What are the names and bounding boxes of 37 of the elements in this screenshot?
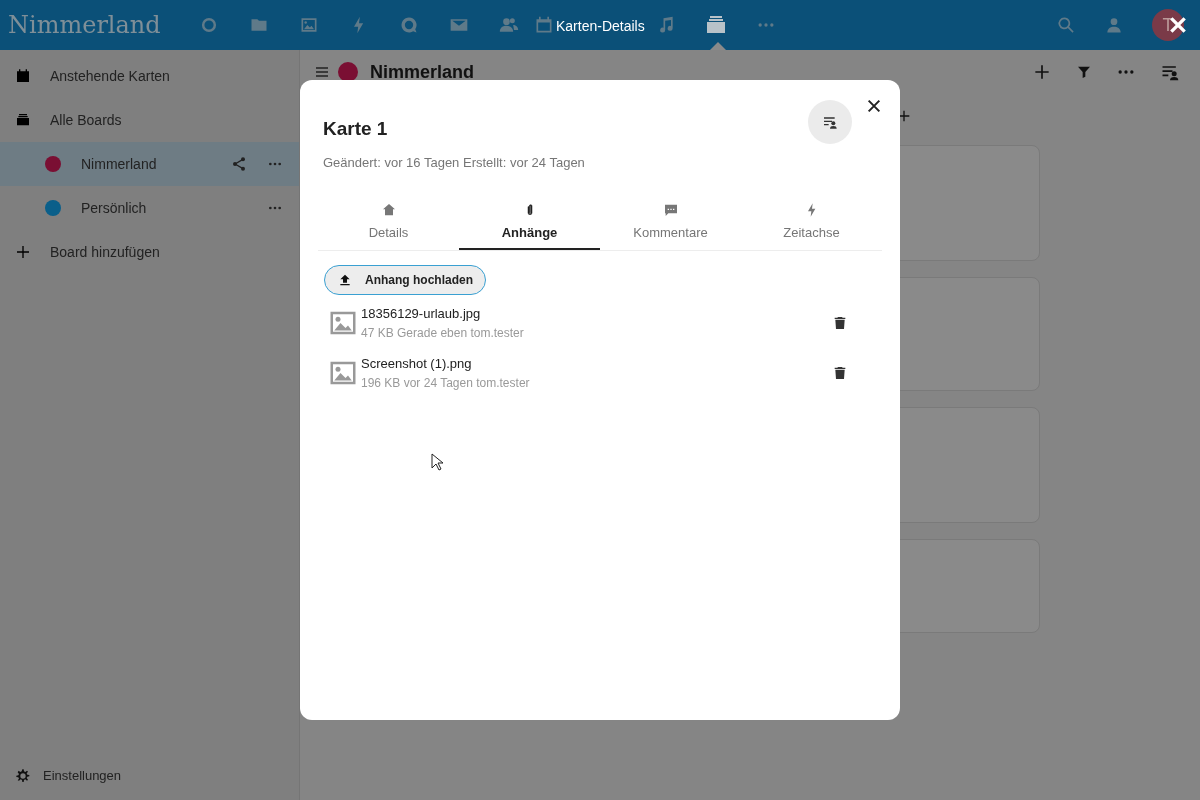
calendar-icon bbox=[15, 68, 31, 84]
delete-icon[interactable] bbox=[832, 365, 848, 381]
card-meta: Geändert: vor 16 Tagen Erstellt: vor 24 Tagen bbox=[323, 153, 585, 172]
assign-button[interactable] bbox=[808, 100, 852, 144]
tab[interactable]: Kommentare bbox=[600, 198, 741, 250]
assign-user-icon[interactable] bbox=[822, 114, 838, 130]
sidebar-item[interactable]: Nimmerland bbox=[0, 142, 299, 186]
logo: Nimmerland bbox=[8, 10, 161, 41]
page-title: Karten-Details bbox=[556, 17, 645, 36]
attachment-info: 47 KB Gerade eben tom.tester bbox=[361, 324, 524, 342]
tab[interactable]: Details bbox=[318, 198, 459, 250]
tab[interactable]: Anhänge bbox=[459, 198, 600, 250]
card-title: Karte 1 bbox=[323, 117, 389, 141]
tab[interactable]: Zeitachse bbox=[741, 198, 882, 250]
sidebar-item-label: Board hinzufügen bbox=[50, 243, 160, 262]
sidebar-item-label: Nimmerland bbox=[81, 155, 157, 174]
share-icon[interactable] bbox=[231, 156, 247, 172]
upload-attachment-button[interactable]: Anhang hochladen bbox=[324, 265, 486, 295]
settings-label[interactable]: Einstellungen bbox=[43, 766, 122, 786]
settings-icon[interactable] bbox=[15, 768, 31, 784]
mouse-cursor-icon bbox=[431, 453, 443, 471]
sidebar-item-label: Anstehende Karten bbox=[50, 67, 170, 86]
active-app-indicator bbox=[710, 42, 726, 50]
plus-icon bbox=[15, 244, 31, 260]
close-icon[interactable] bbox=[866, 98, 882, 114]
deck-icon bbox=[15, 112, 31, 128]
sidebar-item-label: Alle Boards bbox=[50, 111, 122, 130]
sidebar-item-label: Persönlich bbox=[81, 199, 147, 218]
board-title: Nimmerland bbox=[370, 61, 475, 84]
filter-icon[interactable] bbox=[1076, 64, 1092, 80]
delete-icon[interactable] bbox=[832, 315, 848, 331]
menu-icon[interactable] bbox=[314, 64, 330, 80]
upload-icon bbox=[337, 272, 353, 288]
comment-icon bbox=[662, 202, 679, 218]
attachment-name[interactable]: Screenshot (1).png bbox=[361, 354, 530, 374]
attachment-name[interactable]: 18356129-urlaub.jpg bbox=[361, 304, 524, 324]
attachment-info: 196 KB vor 24 Tagen tom.tester bbox=[361, 374, 530, 392]
